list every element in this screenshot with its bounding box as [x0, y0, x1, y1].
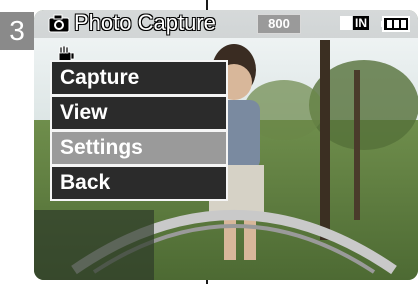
- menu-item-view[interactable]: View: [52, 97, 226, 129]
- status-bar: Photo Capture 800 IN: [34, 10, 418, 36]
- memory-label: IN: [353, 16, 369, 30]
- resolution-badge: 800: [257, 14, 301, 34]
- camera-icon: [48, 14, 70, 33]
- menu-item-back[interactable]: Back: [52, 167, 226, 199]
- menu-item-settings[interactable]: Settings: [52, 132, 226, 164]
- menu-item-capture[interactable]: Capture: [52, 62, 226, 94]
- battery-icon: [381, 16, 410, 32]
- memory-indicator: IN: [340, 14, 369, 32]
- crosshair-top-line: [206, 0, 208, 10]
- camera-menu: Capture View Settings Back: [50, 60, 228, 201]
- step-number-badge: 3: [0, 12, 34, 50]
- mode-title: Photo Capture: [48, 10, 216, 35]
- memory-card-icon: [340, 16, 352, 30]
- mode-title-text: Photo Capture: [74, 10, 216, 35]
- camera-lcd-screen: Photo Capture 800 IN Capture View Settin…: [34, 10, 418, 280]
